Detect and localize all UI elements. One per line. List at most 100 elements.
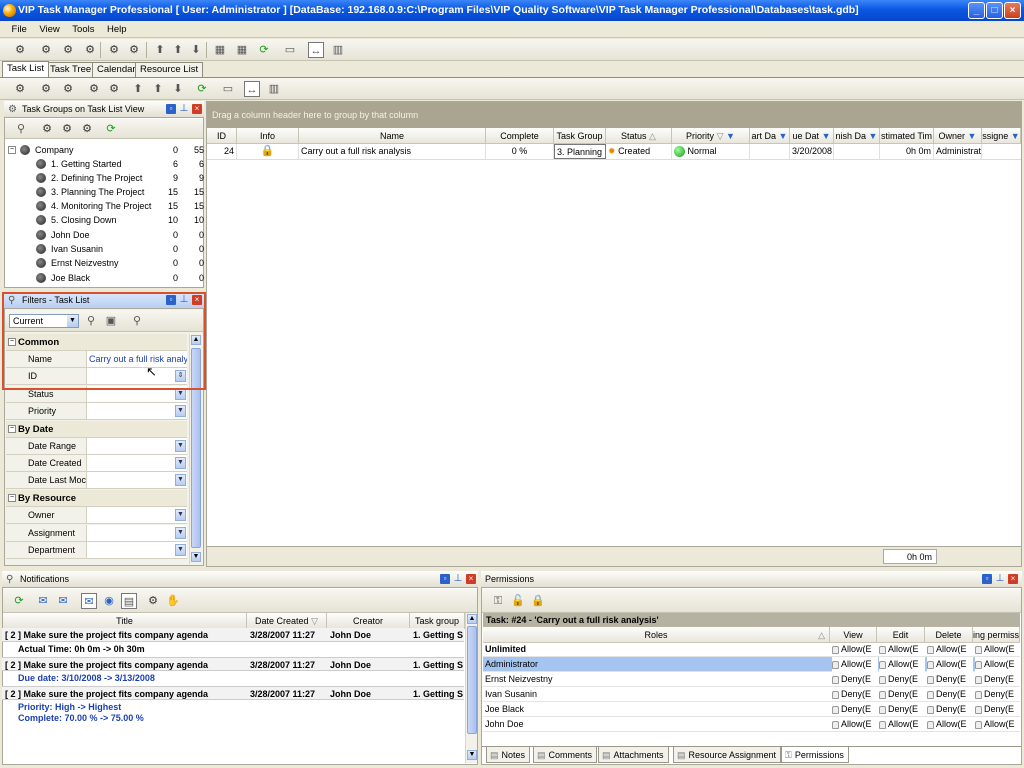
menu-view[interactable]: View (34, 21, 64, 38)
delete-task-icon[interactable]: ⚙ (60, 42, 76, 58)
panel-close-icon[interactable]: × (466, 574, 476, 584)
delete-group-icon[interactable]: ⚙ (79, 121, 95, 137)
menu-help[interactable]: Help (102, 21, 132, 38)
permission-row[interactable]: Ivan Susanin Deny(E Deny(E Deny(E Deny(E (483, 687, 1020, 702)
chevron-down-icon[interactable]: ▼ (175, 405, 186, 417)
tree-item[interactable]: Joe Black 0 0 (4, 271, 208, 285)
chevron-down-icon[interactable]: ▼ (822, 131, 831, 141)
fit-width-icon[interactable]: ↔ (244, 81, 260, 97)
table-row[interactable]: 24 🔒 Carry out a full risk analysis 0 % … (207, 144, 1021, 160)
notifications-scrollbar[interactable]: ▲ ▼ (465, 613, 477, 763)
tree-item[interactable]: 4. Monitoring The Project 15 15 (4, 199, 208, 213)
filter-icon[interactable]: ⚲ (13, 121, 29, 137)
new-task-icon[interactable]: ⚙ (12, 42, 28, 58)
tab-permissions[interactable]: ⚿ Permissions (781, 747, 849, 763)
notification-row[interactable]: [ 2 ] Make sure the project fits company… (2, 628, 464, 642)
refresh-icon[interactable]: ⟳ (194, 81, 210, 97)
link-task-icon[interactable]: ⚙ (126, 42, 142, 58)
filter-preset-select[interactable]: Current ▼ (9, 314, 79, 328)
tree-item[interactable]: 3. Planning The Project 15 15 (4, 185, 208, 199)
move-down-icon[interactable]: ⬇ (188, 42, 204, 58)
subtask-icon[interactable]: ⚙ (106, 42, 122, 58)
tab-resource-list[interactable]: Resource List (135, 62, 204, 77)
priority-filter-select[interactable]: ▼ (86, 403, 187, 419)
tree-item[interactable]: Ernst Neizvestny 0 0 (4, 256, 208, 270)
permission-row[interactable]: John Doe Allow(E Allow(E Allow(E Allow(E (483, 717, 1020, 732)
notification-row[interactable]: [ 2 ] Make sure the project fits company… (2, 657, 464, 671)
status-filter-select[interactable]: ▼ (86, 386, 187, 402)
permission-row[interactable]: Ernst Neizvestny Deny(E Deny(E Deny(E Deny(E (483, 672, 1020, 687)
tree-item[interactable]: 1. Getting Started 6 6 (4, 157, 208, 171)
pin-icon[interactable]: ⊥ (179, 295, 189, 305)
column-chooser-icon[interactable]: ▥ (330, 42, 346, 58)
new-task-icon[interactable]: ⚙ (12, 81, 28, 97)
details-icon[interactable]: ▤ (121, 593, 137, 609)
collapse-icon[interactable]: − (8, 425, 16, 433)
task-icon[interactable]: ⚙ (145, 593, 161, 609)
panel-restore-icon[interactable]: ▫ (166, 104, 176, 114)
pin-icon[interactable]: ⊥ (995, 574, 1005, 584)
col-finish-date[interactable]: nish Da ▼ (834, 128, 880, 144)
grid-view-icon[interactable]: ▦ (212, 42, 228, 58)
col-creator[interactable]: Creator (327, 613, 410, 629)
notification-row[interactable]: [ 2 ] Make sure the project fits company… (2, 686, 464, 700)
col-info[interactable]: Info (237, 128, 299, 144)
options-icon[interactable]: ✋ (165, 593, 181, 609)
tree-item[interactable]: John Doe 0 0 (4, 228, 208, 242)
collapse-icon[interactable]: − (8, 146, 16, 154)
chevron-down-icon[interactable]: ▼ (175, 440, 186, 452)
filters-scrollbar[interactable]: ▲ ▼ (189, 334, 201, 564)
panel-restore-icon[interactable]: ▫ (982, 574, 992, 584)
group-by-area[interactable]: Drag a column header here to group by th… (207, 102, 1021, 128)
date-range-select[interactable]: ▼ (86, 438, 187, 454)
assignment-filter-select[interactable]: ▼ (86, 525, 187, 541)
name-filter-input[interactable]: Carry out a full risk analysis (86, 351, 187, 367)
category-by-resource[interactable]: − By Resource (6, 490, 187, 507)
tab-comments[interactable]: ▤ Comments (533, 747, 598, 763)
collapse-icon[interactable]: − (8, 494, 16, 502)
pin-icon[interactable]: ⊥ (453, 574, 463, 584)
scroll-up-icon[interactable]: ▲ (191, 335, 201, 345)
col-delete[interactable]: Delete (925, 627, 973, 643)
date-last-modified-select[interactable]: ▼ (86, 472, 187, 488)
chevron-down-icon[interactable]: ▼ (175, 544, 186, 556)
print-icon[interactable]: ▭ (220, 81, 236, 97)
chevron-down-icon[interactable]: ▼ (968, 131, 977, 141)
tree-item[interactable]: 5. Closing Down 10 10 (4, 213, 208, 227)
edit-task-icon[interactable]: ⚙ (38, 81, 54, 97)
tab-notes[interactable]: ▤ Notes (486, 747, 531, 763)
mark-all-read-icon[interactable]: ✉ (55, 593, 71, 609)
col-id[interactable]: ID (207, 128, 237, 144)
scroll-thumb[interactable] (191, 348, 201, 548)
col-view[interactable]: View (830, 627, 877, 643)
col-roles[interactable]: Roles △ (483, 627, 830, 643)
scroll-thumb[interactable] (467, 626, 477, 734)
refresh-icon[interactable]: ⟳ (256, 42, 272, 58)
tree-item[interactable]: Ivan Susanin 0 0 (4, 242, 208, 256)
delete-task-icon[interactable]: ⚙ (60, 81, 76, 97)
department-filter-select[interactable]: ▼ (86, 542, 187, 558)
permission-row-selected[interactable]: Administrator Allow(E Allow(E Allow(E Allow(… (483, 657, 1020, 672)
pin-icon[interactable]: ⊥ (179, 104, 189, 114)
chevron-down-icon[interactable]: ▼ (175, 527, 186, 539)
print-icon[interactable]: ▭ (282, 42, 298, 58)
move-top-icon[interactable]: ⬆ (152, 42, 168, 58)
move-up-icon[interactable]: ⬆ (150, 81, 166, 97)
minimize-button[interactable]: _ (968, 2, 985, 19)
category-common[interactable]: − Common (6, 334, 187, 351)
permission-row[interactable]: Unlimited Allow(E Allow(E Allow(E Allow(E (483, 642, 1020, 657)
subtask-icon[interactable]: ⚙ (86, 81, 102, 97)
deny-icon[interactable]: 🔒 (530, 593, 546, 609)
panel-close-icon[interactable]: × (1008, 574, 1018, 584)
maximize-button[interactable]: □ (986, 2, 1003, 19)
chevron-down-icon[interactable]: ▼ (67, 315, 78, 327)
panel-close-icon[interactable]: × (192, 104, 202, 114)
col-owner[interactable]: Owner ▼ (934, 128, 982, 144)
edit-group-icon[interactable]: ⚙ (59, 121, 75, 137)
chevron-down-icon[interactable]: ▼ (726, 131, 735, 141)
panel-restore-icon[interactable]: ▫ (440, 574, 450, 584)
menu-file[interactable]: File (7, 21, 32, 38)
col-start-date[interactable]: art Da ▼ (750, 128, 790, 144)
close-button[interactable]: × (1004, 2, 1021, 19)
id-filter-input[interactable]: ⇕ (86, 368, 187, 384)
